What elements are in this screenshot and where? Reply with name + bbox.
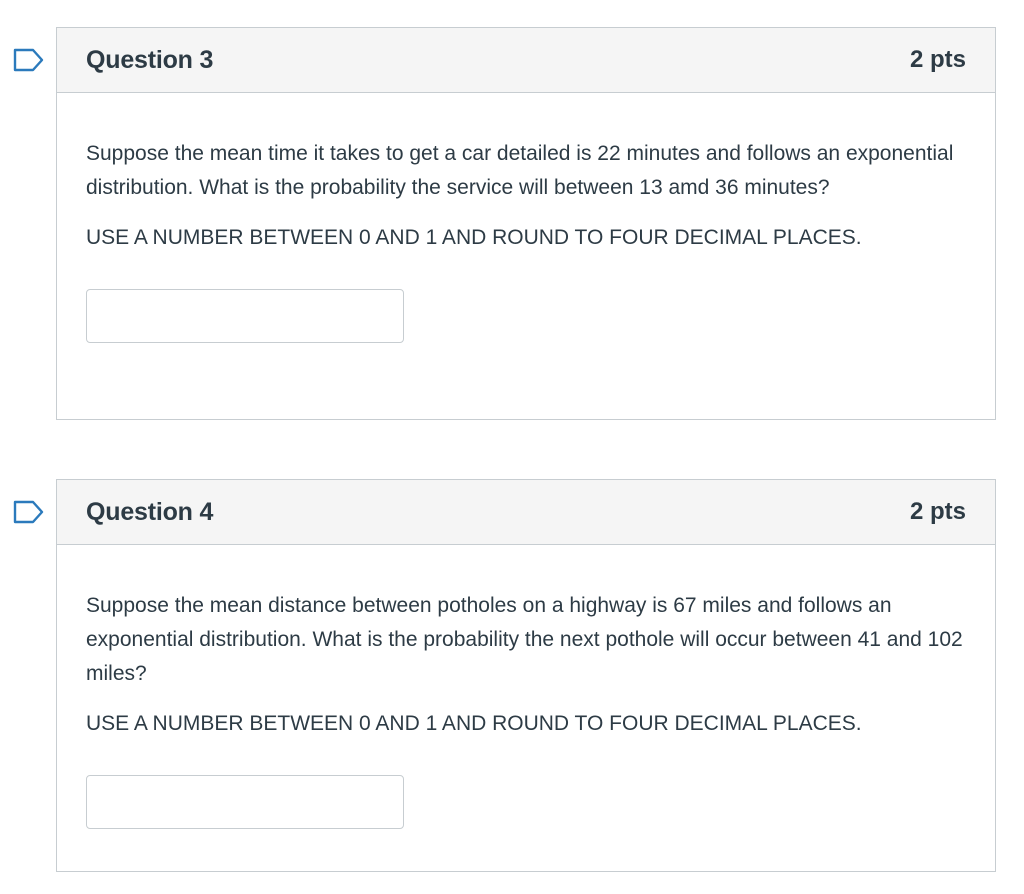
question-title: Question 4 <box>86 497 214 526</box>
question-3-card: Question 3 2 pts Suppose the mean time i… <box>13 27 996 420</box>
question-instruction: USE A NUMBER BETWEEN 0 AND 1 AND ROUND T… <box>86 712 862 735</box>
flag-question-icon[interactable] <box>13 500 45 524</box>
question-body: Suppose the mean distance between pothol… <box>57 545 995 829</box>
question-body: Suppose the mean time it takes to get a … <box>57 93 995 343</box>
question-4-card: Question 4 2 pts Suppose the mean distan… <box>13 479 996 872</box>
question-header: Question 3 2 pts <box>57 28 995 93</box>
answer-input[interactable] <box>86 289 404 343</box>
question-title: Question 3 <box>86 45 214 74</box>
question-text: Suppose the mean distance between pothol… <box>86 594 963 685</box>
question-header: Question 4 2 pts <box>57 480 995 545</box>
question-points: 2 pts <box>909 498 966 525</box>
question-points: 2 pts <box>909 46 966 73</box>
answer-input[interactable] <box>86 775 404 829</box>
question-instruction: USE A NUMBER BETWEEN 0 AND 1 AND ROUND T… <box>86 226 862 249</box>
flag-question-icon[interactable] <box>13 48 45 72</box>
question-text: Suppose the mean time it takes to get a … <box>86 142 954 199</box>
